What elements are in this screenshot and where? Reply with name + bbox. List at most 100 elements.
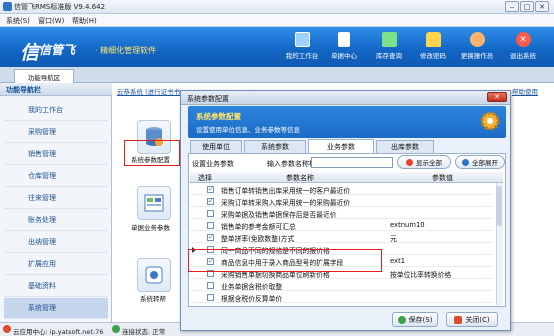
tab-function-nav[interactable]: 功能导航区 xyxy=(14,69,74,83)
dialog-title-bar: 系统参数配置 xyxy=(181,91,510,105)
col-name: 参数名称 xyxy=(286,174,314,182)
expand-all-button[interactable]: 全部展开 xyxy=(455,155,505,169)
sidebar-item-sales[interactable]: 销售管理 xyxy=(4,144,108,165)
user-icon xyxy=(469,32,485,47)
breadcrumb[interactable]: 云恭系统 (进行证书书 xyxy=(117,86,180,96)
title-bar: 信管飞RMS标准版 V9.4.642 ‒ □ ✕ xyxy=(0,0,554,14)
col-value: 参数值 xyxy=(432,174,453,182)
table-row[interactable]: 采购单据及销售单据保存后是否最近价 xyxy=(190,208,493,219)
menu-system[interactable]: 系统(S) xyxy=(6,16,30,26)
param-name: 采购订单转采购入库采用统一的采购最近价 xyxy=(221,199,351,207)
dialog-close-icon[interactable]: ✕ xyxy=(487,92,507,102)
exit-icon: ✕ xyxy=(515,32,531,47)
table-row[interactable]: 销售单的参考金额可汇总 extnum10 xyxy=(190,220,493,231)
exit-system-button[interactable]: ✕ 退出系统 xyxy=(505,30,541,64)
params-table: 选择 参数名称 参数值 ✓ 销售订单转销售出库采用统一的客户最近价 ✓ 采购订单转采购… xyxy=(190,172,503,305)
inventory-query-button[interactable]: 库存查询 xyxy=(371,30,407,64)
change-password-button[interactable]: 修改密码 xyxy=(415,30,451,64)
show-all-button[interactable]: 显示全部 xyxy=(397,155,451,169)
row-checkbox[interactable] xyxy=(207,222,214,229)
cloud-center-text: 云应用中心: ip.yatsoft.net:76 xyxy=(13,328,104,336)
sidebar-item-purchase[interactable]: 采购管理 xyxy=(4,122,108,143)
param-name: 销售单的参考金额可汇总 xyxy=(221,223,296,231)
monitor-icon xyxy=(294,32,310,47)
help-link[interactable]: 帮助使用 xyxy=(512,86,538,96)
nav-header-label: 功能导航栏 xyxy=(6,86,41,94)
logo-icon: 信 xyxy=(20,42,40,64)
dialog-header-subtitle: 设置使用单位信息、业务参数等信息 xyxy=(196,126,300,134)
connection-status: 连接状态: 正常 xyxy=(122,328,166,336)
table-header: 选择 参数名称 参数值 xyxy=(190,172,503,183)
check-icon xyxy=(112,325,120,333)
row-checkbox[interactable] xyxy=(207,282,214,289)
close-button[interactable]: 关闭(C) xyxy=(446,312,498,327)
sidebar-item-cashier[interactable]: 出纳管理 xyxy=(4,232,108,253)
form-icon[interactable] xyxy=(137,186,171,220)
menu-window[interactable]: 窗口(W) xyxy=(38,16,64,26)
scrollbar-thumb[interactable] xyxy=(497,186,502,226)
search-input[interactable] xyxy=(311,157,393,168)
save-icon xyxy=(397,315,406,324)
logo-text: 信管飞 xyxy=(39,43,76,57)
sidebar-item-system[interactable]: 系统管理 xyxy=(4,298,108,319)
menu-bar: 系统(S) 窗口(W) 帮助(H) xyxy=(0,14,554,27)
param-value[interactable]: extnum10 xyxy=(390,221,425,229)
app-icon xyxy=(3,2,12,11)
param-value[interactable]: 按单位比率转换价格 xyxy=(390,269,451,279)
sidebar-item-basic-data[interactable]: 基础资料 xyxy=(4,276,108,297)
expand-icon xyxy=(462,158,469,166)
lock-icon xyxy=(425,32,441,47)
sidebar-item-extensions[interactable]: 扩展应用 xyxy=(4,254,108,275)
row-checkbox[interactable]: ✓ xyxy=(207,186,214,193)
app-icon[interactable] xyxy=(137,258,171,292)
dialog-header: 系统参数配置 设置使用单位信息、业务参数等信息 xyxy=(188,106,506,138)
param-name: 采购单据及销售单据保存后是否最近价 xyxy=(221,211,337,219)
col-select: 选择 xyxy=(198,174,212,182)
row-checkbox[interactable] xyxy=(207,210,214,217)
tab-company[interactable]: 使用单位 xyxy=(190,140,242,153)
close-icon[interactable]: ✕ xyxy=(535,1,549,12)
table-row[interactable]: ✓ 销售订单转销售出库采用统一的客户最近价 xyxy=(190,184,493,195)
table-row[interactable]: ✓ 整单拼率(免欧数整)方式 元 xyxy=(190,232,493,243)
param-name: 整单拼率(免欧数整)方式 xyxy=(221,235,295,243)
cloud-icon xyxy=(3,325,11,333)
slogan: · 精细化管理软件 xyxy=(95,46,157,55)
param-value[interactable]: ext1 xyxy=(390,257,405,265)
tab-business-params[interactable]: 业务参数 xyxy=(308,139,374,154)
close-icon xyxy=(454,315,463,324)
sidebar-item-warehouse[interactable]: 仓库管理 xyxy=(4,166,108,187)
menu-help[interactable]: 帮助(H) xyxy=(72,16,97,26)
highlight-box xyxy=(188,249,382,272)
param-value[interactable]: 元 xyxy=(390,233,397,243)
param-name: 业务单据含税价取整 xyxy=(221,283,283,291)
param-name: 根据含税价反算单价 xyxy=(221,295,283,303)
document-params-label[interactable]: 单据业务参数 xyxy=(131,222,170,232)
param-name: 销售订单转销售出库采用统一的客户最近价 xyxy=(221,187,351,195)
highlight-box xyxy=(124,140,180,166)
table-row[interactable]: 业务单据含税价取整 xyxy=(190,280,493,291)
gear-icon xyxy=(480,111,500,131)
tab-system-params[interactable]: 系统参数 xyxy=(244,140,306,153)
table-row[interactable]: ✓ 采购订单转采购入库采用统一的采购最近价 xyxy=(190,196,493,207)
maximize-icon[interactable]: □ xyxy=(520,1,534,12)
documents-center-button[interactable]: 单据中心 xyxy=(326,30,362,64)
switch-operator-button[interactable]: 更换操作员 xyxy=(459,30,495,64)
settings-label: 设置业务参数 xyxy=(192,160,234,168)
system-tools-label[interactable]: 系统转帮 xyxy=(140,293,166,303)
save-button[interactable]: 保存(S) xyxy=(392,312,438,327)
nav-header: 功能导航栏 xyxy=(0,83,112,96)
row-checkbox[interactable]: ✓ xyxy=(207,198,214,205)
refresh-icon xyxy=(406,158,413,166)
dialog-header-title: 系统参数配置 xyxy=(196,112,241,121)
row-checkbox[interactable]: ✓ xyxy=(207,234,214,241)
sidebar-item-accounts[interactable]: 往来管理 xyxy=(4,188,108,209)
warehouse-icon xyxy=(381,32,397,47)
my-workbench-button[interactable]: 我的工作台 xyxy=(284,30,320,64)
minimize-icon[interactable]: ‒ xyxy=(505,1,519,12)
table-row[interactable]: 根据含税价反算单价 xyxy=(190,292,493,303)
sidebar-item-ledger[interactable]: 账务处理 xyxy=(4,210,108,231)
row-checkbox[interactable] xyxy=(207,294,214,301)
sidebar-item-workbench[interactable]: 我的工作台 xyxy=(4,100,108,121)
tab-outbound-params[interactable]: 出库参数 xyxy=(376,140,434,153)
sidebar: 我的工作台 采购管理 销售管理 仓库管理 往来管理 账务处理 出纳管理 扩展应用… xyxy=(0,96,112,322)
